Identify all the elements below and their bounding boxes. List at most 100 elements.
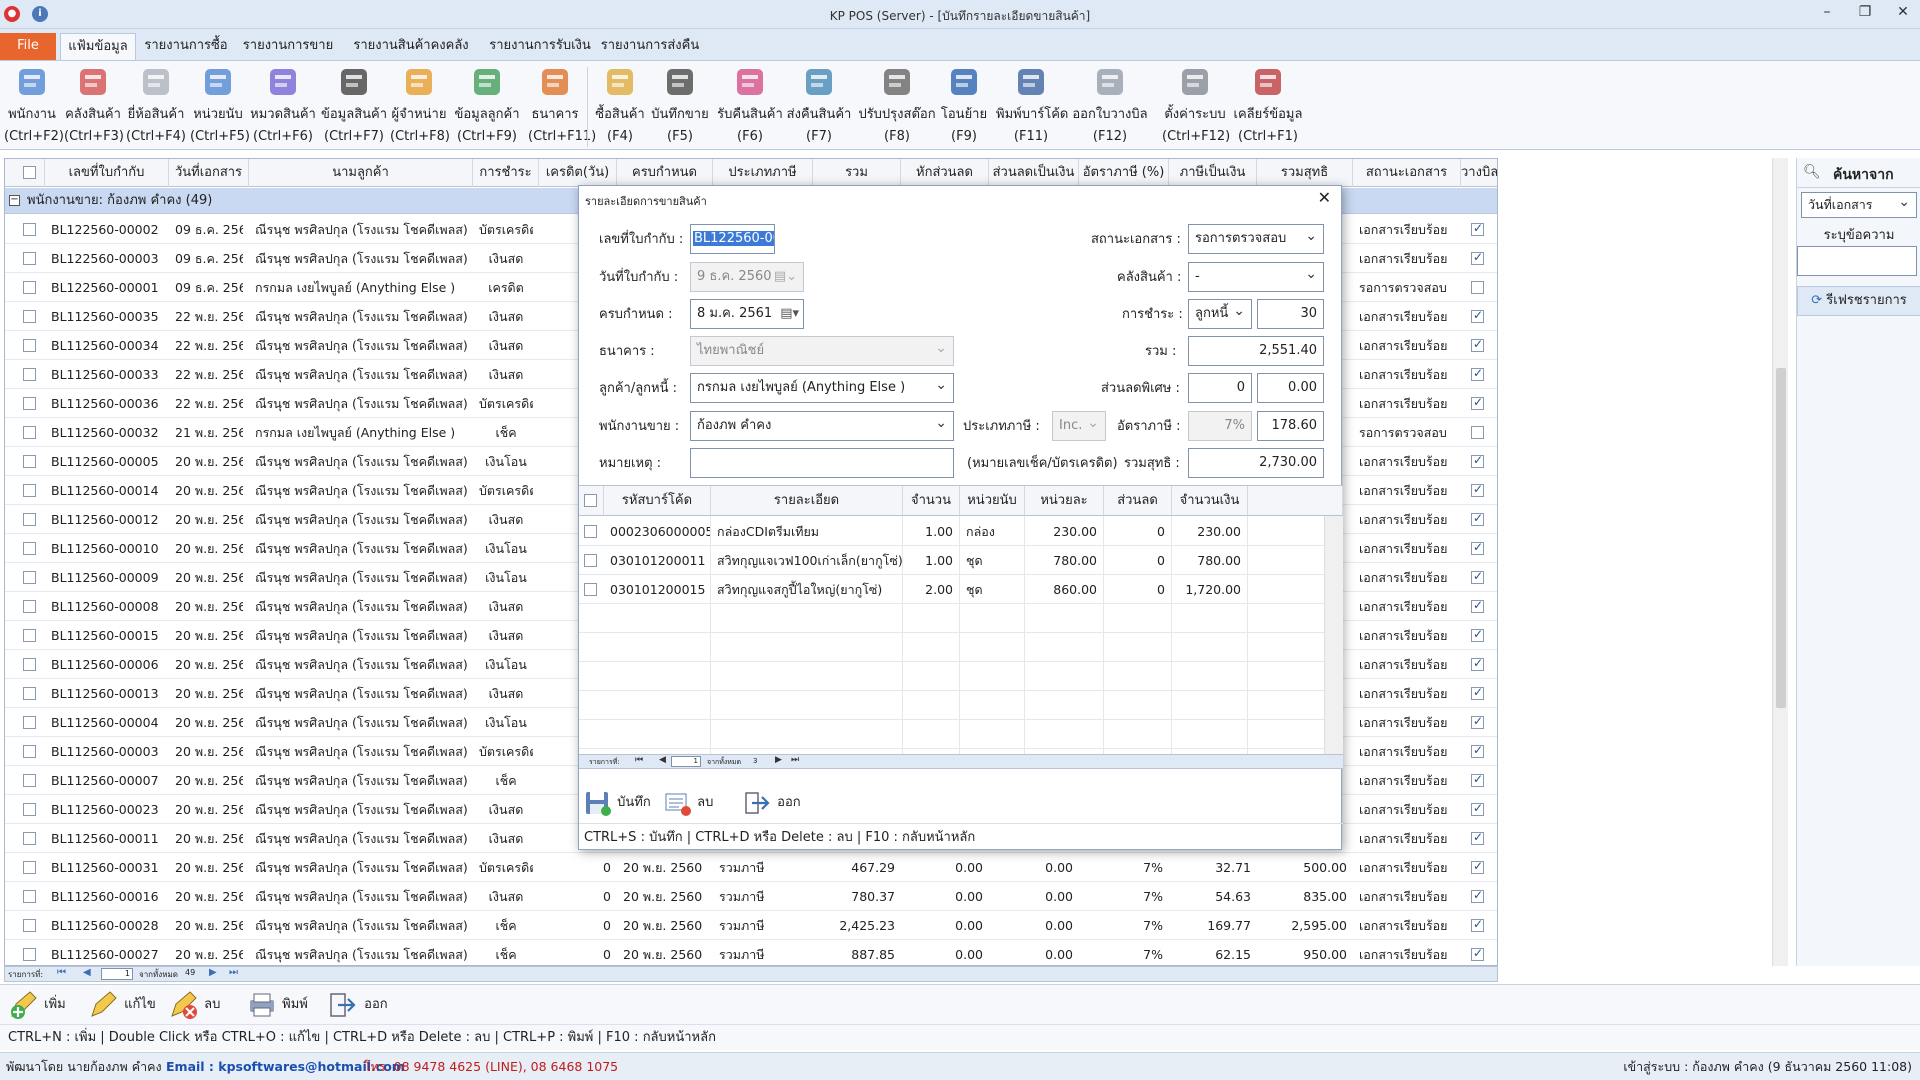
ribbon-button-clear-data[interactable]: เคลียร์ข้อมูล (Ctrl+F1): [1232, 63, 1304, 147]
billing-checkbox[interactable]: [1471, 426, 1484, 439]
nav-rec-input[interactable]: 1: [101, 968, 133, 980]
row-checkbox[interactable]: [23, 397, 36, 410]
billing-checkbox[interactable]: [1471, 540, 1484, 555]
row-checkbox[interactable]: [23, 223, 36, 236]
empty-item-row[interactable]: [579, 604, 1324, 633]
tab-purchase-report[interactable]: รายงานการซื้อ: [140, 33, 232, 60]
inv-no-field[interactable]: BL122560-00001: [690, 224, 775, 254]
item-grid[interactable]: รหัสบาร์โค้ด รายละเอียด จำนวน หน่วยนับ หน่วย…: [579, 485, 1343, 755]
column-header[interactable]: การชำระ: [473, 159, 539, 187]
grid-scrollbar[interactable]: [1772, 158, 1788, 966]
ribbon-button-bank[interactable]: ธนาคาร (Ctrl+F11): [528, 63, 596, 147]
ribbon-button-billing[interactable]: ออกใบวางบิล (F12): [1070, 63, 1150, 147]
tab-receipt-report[interactable]: รายงานการรับเงิน: [482, 33, 598, 60]
row-checkbox[interactable]: [23, 716, 36, 729]
table-row[interactable]: BL112560-00028 20 พ.ย. 2560 ณีรนุช พรศิลปก…: [5, 911, 1497, 940]
search-field-select[interactable]: วันที่เอกสาร: [1801, 192, 1917, 218]
column-header[interactable]: วางบิล: [1461, 159, 1497, 187]
delete-button[interactable]: ลบ: [168, 989, 220, 1021]
ribbon-button-sale[interactable]: บันทึกขาย (F5): [648, 63, 712, 147]
save-button[interactable]: บันทึก: [583, 788, 651, 818]
column-header[interactable]: สถานะเอกสาร: [1353, 159, 1461, 187]
nav-last-icon[interactable]: ⏭: [229, 967, 238, 978]
column-header[interactable]: รวมสุทธิ: [1257, 159, 1353, 187]
dialog-exit-button[interactable]: ออก: [743, 788, 801, 818]
item-row[interactable]: 030101200015 สวิทกุญแจสกูปี้ไอใหญ่(ยากูโซ…: [579, 575, 1324, 604]
due-date-field[interactable]: 8 ม.ค. 2561 ▤▾: [690, 299, 804, 329]
ribbon-button-settings[interactable]: ตั้งค่าระบบ (Ctrl+F12): [1162, 63, 1230, 147]
row-checkbox[interactable]: [23, 658, 36, 671]
empty-item-row[interactable]: [579, 633, 1324, 662]
empty-item-row[interactable]: [579, 720, 1324, 749]
item-column-header[interactable]: จำนวนเงิน: [1172, 486, 1248, 516]
item-nav-first-icon[interactable]: ⏮: [635, 755, 643, 765]
billing-checkbox[interactable]: [1471, 395, 1484, 410]
item-nav-prev-icon[interactable]: ◀: [659, 755, 666, 765]
ribbon-button-unit[interactable]: หน่วยนับ (Ctrl+F5): [190, 63, 250, 147]
billing-checkbox[interactable]: [1471, 917, 1484, 932]
ribbon-button-employee[interactable]: พนักงาน (Ctrl+F2): [4, 63, 64, 147]
item-nav-rec-input[interactable]: 1: [671, 756, 701, 767]
nav-prev-icon[interactable]: ◀: [83, 967, 91, 978]
row-checkbox[interactable]: [23, 513, 36, 526]
item-nav-next-icon[interactable]: ▶: [775, 755, 782, 765]
search-text-input[interactable]: [1797, 246, 1917, 276]
billing-checkbox[interactable]: [1471, 743, 1484, 758]
row-checkbox[interactable]: [23, 919, 36, 932]
refresh-button[interactable]: ⟳ รีเฟรชรายการ: [1797, 286, 1920, 316]
ribbon-button-warehouse[interactable]: คลังสินค้า (Ctrl+F3): [64, 63, 124, 147]
item-column-header[interactable]: หน่วยนับ: [960, 486, 1025, 516]
row-checkbox[interactable]: [23, 600, 36, 613]
billing-checkbox[interactable]: [1471, 482, 1484, 497]
billing-checkbox[interactable]: [1471, 598, 1484, 613]
billing-checkbox[interactable]: [1471, 946, 1484, 961]
ribbon-button-return-out[interactable]: ส่งคืนสินค้า (F7): [786, 63, 852, 147]
ribbon-button-supplier[interactable]: ผู้จำหน่าย (Ctrl+F8): [390, 63, 450, 147]
ribbon-button-return-in[interactable]: รับคืนสินค้า (F6): [716, 63, 784, 147]
select-all-cell[interactable]: [5, 159, 45, 187]
row-checkbox[interactable]: [23, 339, 36, 352]
empty-item-row[interactable]: [579, 662, 1324, 691]
table-row[interactable]: BL112560-00031 20 พ.ย. 2560 ณีรนุช พรศิลปก…: [5, 853, 1497, 882]
row-checkbox[interactable]: [23, 484, 36, 497]
billing-checkbox[interactable]: [1471, 453, 1484, 468]
item-row-checkbox[interactable]: [584, 583, 597, 596]
row-checkbox[interactable]: [23, 252, 36, 265]
minimize-icon[interactable]: –: [1812, 4, 1842, 24]
nav-next-icon[interactable]: ▶: [209, 967, 217, 978]
item-column-header[interactable]: ส่วนลด: [1104, 486, 1172, 516]
billing-checkbox[interactable]: [1471, 281, 1484, 294]
add-button[interactable]: เพิ่ม: [8, 989, 66, 1021]
tab-sales-report[interactable]: รายงานการขาย: [240, 33, 336, 60]
billing-checkbox[interactable]: [1471, 366, 1484, 381]
billing-checkbox[interactable]: [1471, 685, 1484, 700]
billing-checkbox[interactable]: [1471, 656, 1484, 671]
row-checkbox[interactable]: [23, 687, 36, 700]
item-select-all-cell[interactable]: [579, 486, 604, 516]
credit-days-input[interactable]: 30: [1257, 299, 1324, 329]
ribbon-button-brand[interactable]: ยี่ห้อสินค้า (Ctrl+F4): [126, 63, 186, 147]
column-header[interactable]: ส่วนลดเป็นเงิน: [989, 159, 1079, 187]
row-checkbox[interactable]: [23, 803, 36, 816]
item-row[interactable]: 0002306000005 กล่องCDIตรีมเทียม 1.00 กล่อง 2…: [579, 517, 1324, 546]
dialog-close-icon[interactable]: ✕: [1318, 188, 1331, 207]
billing-checkbox[interactable]: [1471, 308, 1484, 323]
ribbon-button-transfer[interactable]: โอนย้าย (F9): [938, 63, 990, 147]
empty-item-row[interactable]: [579, 691, 1324, 720]
row-checkbox[interactable]: [23, 310, 36, 323]
file-tab[interactable]: File: [0, 33, 56, 60]
item-row-checkbox[interactable]: [584, 525, 597, 538]
billing-checkbox[interactable]: [1471, 772, 1484, 787]
edit-button[interactable]: แก้ไข: [88, 989, 156, 1021]
billing-checkbox[interactable]: [1471, 859, 1484, 874]
tab-stock-report[interactable]: รายงานสินค้าคงคลัง: [346, 33, 476, 60]
warehouse-select[interactable]: -: [1188, 262, 1324, 292]
item-column-header[interactable]: จำนวน: [903, 486, 960, 516]
row-checkbox[interactable]: [23, 890, 36, 903]
ribbon-button-category[interactable]: หมวดสินค้า (Ctrl+F6): [250, 63, 316, 147]
table-row[interactable]: BL112560-00016 20 พ.ย. 2560 ณีรนุช พรศิลปก…: [5, 882, 1497, 911]
column-header[interactable]: เลขที่ใบกำกับ: [45, 159, 169, 187]
column-header[interactable]: วันที่เอกสาร: [169, 159, 249, 187]
item-nav-last-icon[interactable]: ⏭: [791, 755, 799, 765]
row-checkbox[interactable]: [23, 774, 36, 787]
